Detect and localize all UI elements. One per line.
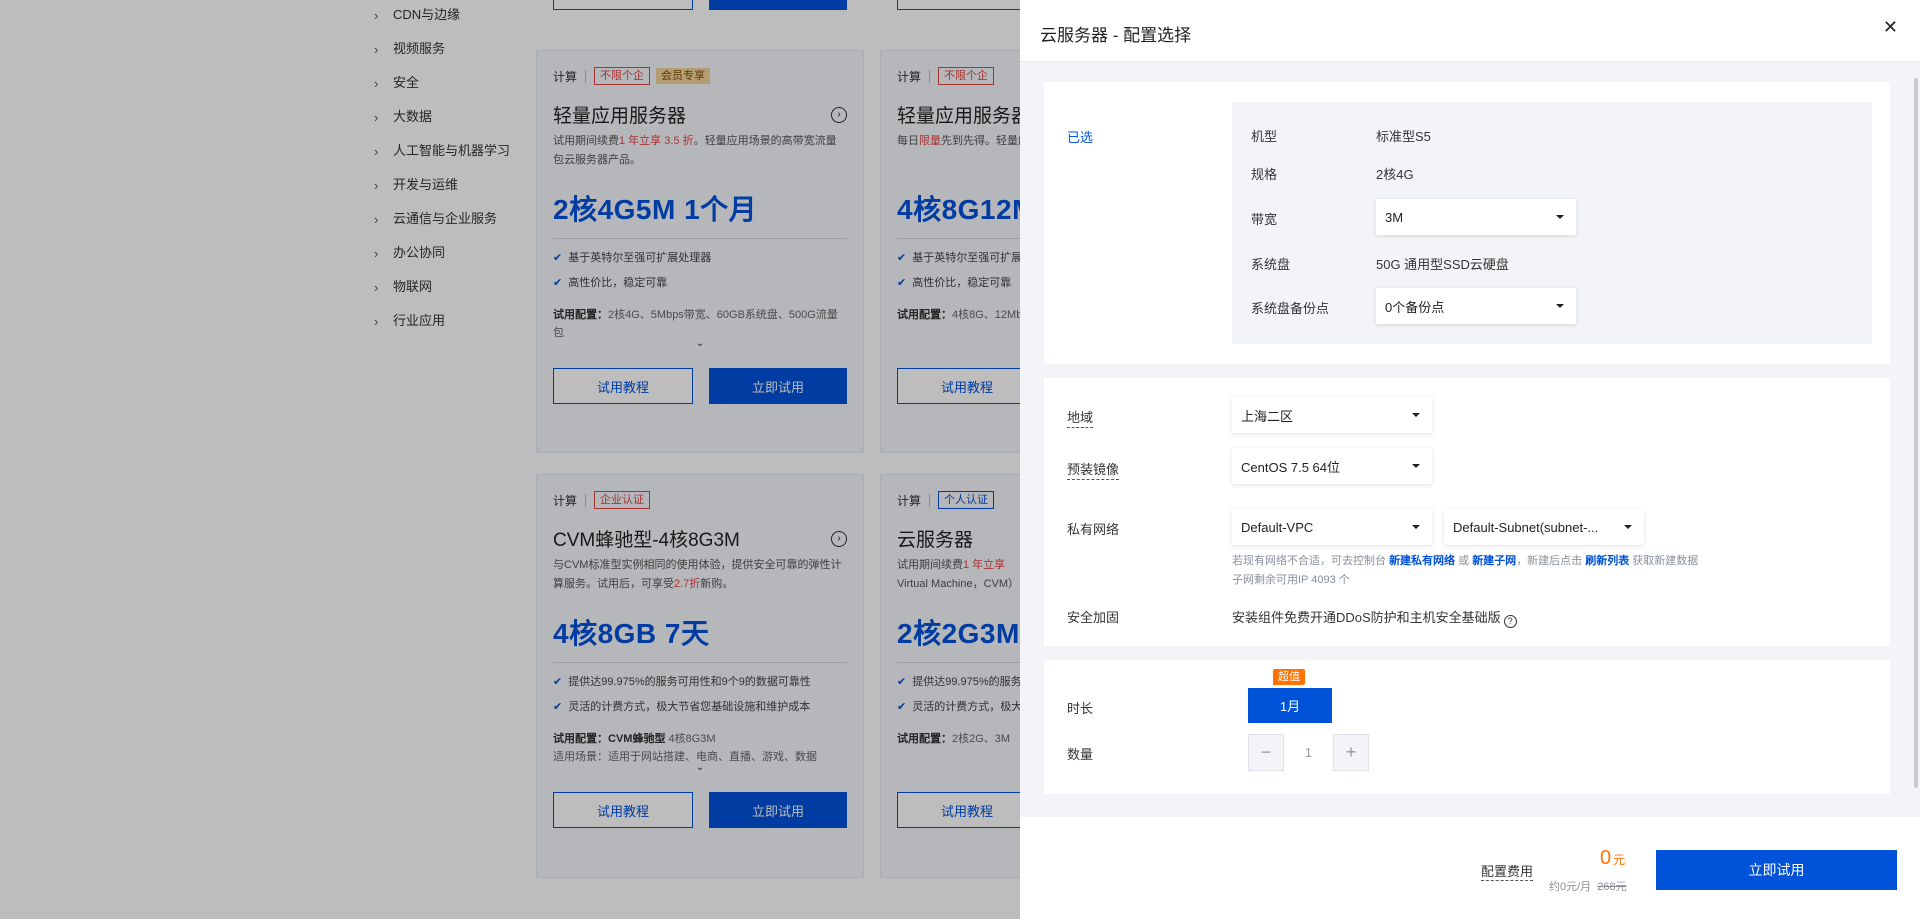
help-icon[interactable]: ?	[1503, 614, 1517, 628]
bandwidth-label: 带宽	[1251, 212, 1278, 227]
spec-label: 规格	[1251, 167, 1278, 182]
caret-down-icon	[1412, 464, 1420, 468]
minus-icon[interactable]: −	[1248, 734, 1284, 771]
vpc-label: 私有网络	[1067, 522, 1120, 537]
original-price: 268元	[1597, 881, 1627, 893]
disk-value: 50G 通用型SSD云硬盘	[1376, 257, 1509, 272]
create-subnet-link[interactable]: 新建子网	[1472, 555, 1516, 567]
caret-down-icon	[1412, 413, 1420, 417]
vpc-hint: 若现有网络不合适，可去控制台 新建私有网络 或 新建子网，新建后点击 刷新列表 …	[1232, 555, 1699, 586]
drawer-header: 云服务器 - 配置选择 ✕	[1020, 0, 1920, 62]
model-value: 标准型S5	[1376, 129, 1431, 144]
region-label: 地域	[1067, 407, 1094, 428]
fee-monthly: 约0元/月 268元	[1549, 881, 1627, 893]
plus-icon[interactable]: +	[1333, 734, 1369, 771]
create-vpc-link[interactable]: 新建私有网络	[1389, 555, 1455, 567]
scrollbar[interactable]	[1914, 78, 1918, 788]
selected-config-panel: 已选 机型 标准型S5 规格 2核4G 带宽 3M 系统盘 50G 通用型SSD…	[1044, 82, 1890, 364]
drawer-title: 云服务器 - 配置选择	[1040, 26, 1192, 45]
bandwidth-select[interactable]: 3M	[1376, 199, 1576, 235]
caret-down-icon	[1556, 304, 1564, 308]
image-select[interactable]: CentOS 7.5 64位	[1232, 448, 1432, 484]
subnet-ip-hint: 子网剩余可用IP 4093 个	[1232, 574, 1350, 586]
close-icon[interactable]: ✕	[1883, 17, 1898, 38]
drawer-footer: 配置费用 0元 约0元/月 268元 立即试用	[1020, 817, 1920, 919]
selected-label: 已选	[1067, 130, 1094, 145]
duration-option-1m[interactable]: 1月	[1248, 688, 1332, 723]
security-text: 安装组件免费开通DDoS防护和主机安全基础版?	[1232, 607, 1517, 628]
duration-label: 时长	[1067, 701, 1094, 716]
duration-panel: 时长 数量	[1044, 660, 1890, 794]
region-network-panel: 地域 上海二区 预装镜像 CentOS 7.5 64位 私有网络 Default…	[1044, 378, 1890, 646]
fee-label: 配置费用	[1481, 861, 1534, 881]
backup-select[interactable]: 0个备份点	[1376, 288, 1576, 324]
model-label: 机型	[1251, 129, 1278, 144]
caret-down-icon	[1556, 215, 1564, 219]
quantity-input[interactable]: 1	[1284, 734, 1333, 771]
vpc-select[interactable]: Default-VPC	[1232, 509, 1432, 545]
quantity-stepper: − 1 +	[1248, 734, 1369, 771]
value-badge: 超值	[1273, 669, 1305, 685]
security-label: 安全加固	[1067, 610, 1120, 625]
disk-label: 系统盘	[1251, 257, 1291, 272]
modal-overlay[interactable]	[0, 0, 1020, 919]
caret-down-icon	[1412, 525, 1420, 529]
selected-summary: 机型 标准型S5 规格 2核4G 带宽 3M 系统盘 50G 通用型SSD云硬盘…	[1232, 102, 1872, 344]
image-label: 预装镜像	[1067, 459, 1120, 480]
region-select[interactable]: 上海二区	[1232, 397, 1432, 433]
config-drawer: 云服务器 - 配置选择 ✕ 已选 机型 标准型S5 规格 2核4G 带宽 3M …	[1020, 0, 1920, 919]
caret-down-icon	[1624, 525, 1632, 529]
fee-value: 0元	[1600, 847, 1626, 869]
refresh-list-link[interactable]: 刷新列表	[1585, 555, 1629, 567]
spec-value: 2核4G	[1376, 167, 1414, 182]
submit-try-button[interactable]: 立即试用	[1656, 850, 1897, 890]
subnet-select[interactable]: Default-Subnet(subnet-...	[1444, 509, 1644, 545]
quantity-label: 数量	[1067, 747, 1094, 762]
backup-label: 系统盘备份点	[1251, 301, 1330, 316]
